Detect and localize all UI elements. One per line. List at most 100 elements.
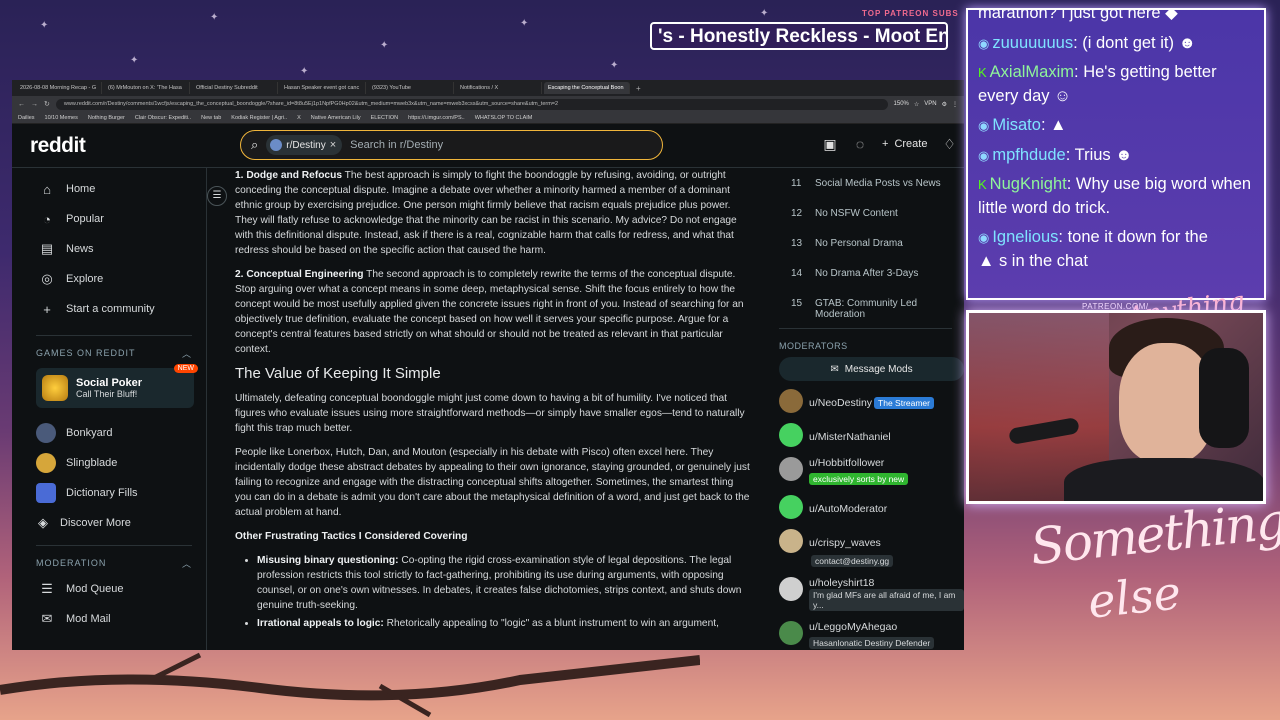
sidebar-toggle-button[interactable]: ☰ — [207, 186, 227, 206]
rule-text: No Drama After 3-Days — [815, 268, 919, 279]
menu-icon[interactable]: ⋮ — [952, 101, 958, 108]
bell-icon[interactable]: ♢ — [941, 136, 957, 152]
moderator-row[interactable]: u/LeggoMyAhegao Hasanlonatic Destiny Defe… — [767, 621, 964, 650]
sidebar-item-home[interactable]: ⌂ Home — [12, 174, 206, 204]
game-item[interactable]: Slingblade — [12, 448, 206, 478]
reload-icon[interactable]: ↻ — [44, 100, 50, 108]
url-field[interactable]: www.reddit.com/r/Destiny/comments/1wcfjs… — [55, 98, 888, 110]
bookmark[interactable]: Clair Obscur: Expediti.. — [135, 115, 191, 121]
bookmark[interactable]: Dailies — [18, 115, 35, 121]
game-item[interactable]: ◈ Discover More — [12, 508, 206, 538]
message-mods-button[interactable]: ✉ Message Mods — [779, 357, 964, 381]
subreddit-avatar — [270, 139, 283, 151]
browser-tab[interactable]: (9323) YouTube — [368, 82, 454, 94]
moderation-section-header[interactable]: MODERATION ︿ — [12, 552, 206, 574]
moderator-name: u/crispy_waves — [809, 537, 881, 549]
queue-icon: ☰ — [41, 581, 53, 596]
star-icon[interactable]: ☆ — [914, 101, 919, 108]
bookmark[interactable]: WHATSLOP TO CLAIM — [475, 115, 533, 121]
moderator-row[interactable]: u/NeoDestiny The Streamer — [767, 389, 964, 415]
forward-icon[interactable]: → — [31, 101, 38, 108]
sidebar-item-mod-mail[interactable]: ✉ Mod Mail — [12, 604, 206, 634]
sidebar-item-news[interactable]: ▤ News — [12, 234, 206, 264]
game-item[interactable]: Bonkyard — [12, 418, 206, 448]
new-tab-icon[interactable]: + — [632, 84, 645, 93]
bookmark[interactable]: X — [297, 115, 301, 121]
section-heading: The Value of Keeping It Simple — [235, 365, 441, 382]
chat-icon[interactable]: ◌ — [852, 136, 868, 152]
featured-game-card[interactable]: Social Poker Call Their Bluff! NEW — [36, 364, 198, 408]
vpn-badge[interactable]: VPN — [924, 101, 936, 108]
sidebar-item-explore[interactable]: ◎ Explore — [12, 264, 206, 294]
zoom-level[interactable]: 150% — [894, 101, 909, 108]
advertise-icon[interactable]: ▣ — [822, 136, 838, 152]
rule-number: 11 — [791, 178, 802, 189]
explore-icon: ◎ — [41, 271, 53, 286]
back-icon[interactable]: ← — [18, 101, 25, 108]
rule-item[interactable]: 11 Social Media Posts vs News — [767, 170, 964, 200]
rule-item[interactable]: 13 No Personal Drama — [767, 230, 964, 260]
moderator-row[interactable]: u/holeyshirt18 I'm glad MFs are all afrai… — [767, 577, 964, 613]
browser-tab[interactable]: Official Destiny Subreddit — [192, 82, 278, 94]
bookmarks-bar: Dailies 10/10 Memes Nothing Burger Clair… — [12, 112, 964, 124]
moderator-row[interactable]: u/Hobbitfollower exclusively sorts by new — [767, 457, 964, 487]
emote-icon: ◆ — [1165, 8, 1178, 22]
sidebar-item-start-community[interactable]: + Start a community — [12, 294, 206, 324]
browser-tab[interactable]: Notifications / X — [456, 82, 542, 94]
user-flair: I'm glad MFs are all afraid of me, I am … — [809, 589, 964, 611]
create-button[interactable]: + Create — [882, 138, 927, 150]
subreddit-chip[interactable]: r/Destiny × — [266, 135, 343, 155]
browser-tab[interactable]: Hasan Speaker event got canc — [280, 82, 366, 94]
reddit-header: reddit ⌕ r/Destiny × Search in r/Destiny… — [12, 124, 964, 168]
bookmark[interactable]: Native American Lily — [311, 115, 361, 121]
bookmark[interactable]: https://i.imgur.com/PS.. — [408, 115, 465, 121]
moderator-name: u/MisterNathaniel — [809, 431, 891, 443]
mail-icon: ✉ — [41, 611, 53, 626]
rule-item[interactable]: 14 No Drama After 3-Days — [767, 260, 964, 290]
chat-username: AxialMaxim — [989, 63, 1075, 81]
kick-badge-icon: K — [978, 65, 987, 80]
plus-icon: + — [882, 138, 889, 150]
moderator-name: u/AutoModerator — [809, 503, 888, 515]
kick-badge-icon: K — [978, 177, 987, 192]
bookmark[interactable]: Kodiak Register | Agri.. — [231, 115, 287, 121]
sidebar-item-label: Explore — [66, 273, 104, 285]
bookmark[interactable]: Nothing Burger — [88, 115, 125, 121]
chat-username: NugKnight — [989, 175, 1067, 193]
extensions-icon[interactable]: ⚙ — [942, 101, 947, 108]
sidebar-item-mod-queue[interactable]: ☰ Mod Queue — [12, 574, 206, 604]
moderator-row[interactable]: u/MisterNathaniel — [767, 423, 964, 449]
search-bar[interactable]: ⌕ r/Destiny × Search in r/Destiny — [240, 130, 663, 160]
browser-tab[interactable]: (6) MrMouton on X: 'The Hasa — [104, 82, 190, 94]
article: 1. Dodge and Refocus The best approach i… — [235, 168, 750, 634]
moderator-row[interactable]: u/AutoModerator — [767, 495, 964, 521]
moderator-row[interactable]: u/crispy_waves contact@destiny.gg — [767, 529, 964, 569]
games-section-header[interactable]: GAMES ON REDDIT ︿ — [12, 342, 206, 364]
search-input[interactable]: Search in r/Destiny — [350, 139, 443, 151]
popular-icon: ◔ — [43, 211, 51, 227]
rule-item[interactable]: 12 No NSFW Content — [767, 200, 964, 230]
emote-icon: ☻ — [1178, 33, 1196, 52]
close-icon[interactable]: × — [330, 139, 336, 151]
moderator-name: u/Hobbitfollower — [809, 457, 885, 469]
left-sidebar: ⌂ Home ◔ Popular ▤ News ◎ Explore + Star… — [12, 168, 207, 650]
sidebar-item-popular[interactable]: ◔ Popular — [12, 204, 206, 234]
bookmark[interactable]: New tab — [201, 115, 221, 121]
reddit-logo[interactable]: reddit — [30, 134, 86, 158]
browser-tab-active[interactable]: Escaping the Conceptual Boon — [544, 82, 630, 94]
else-signature: else — [1085, 565, 1184, 629]
subheading: Other Frustrating Tactics I Considered C… — [235, 531, 468, 542]
game-item[interactable]: Dictionary Fills — [12, 478, 206, 508]
chat-message: K NugKnight: Why use big word when little… — [978, 175, 1252, 217]
user-flair: Hasanlonatic Destiny Defender — [809, 637, 935, 649]
bookmark[interactable]: 10/10 Memes — [45, 115, 78, 121]
chat-message: K AxialMaxim: He's getting better every d… — [978, 63, 1217, 105]
webcam-feed — [966, 310, 1266, 504]
address-bar-tools: 150% ☆ VPN ⚙ ⋮ — [894, 101, 958, 108]
list-item: Misusing binary questioning: Co-opting t… — [257, 553, 750, 613]
something-signature: Something — [1027, 491, 1280, 577]
browser-tab[interactable]: 2026-08-08 Morning Recap - G — [16, 82, 102, 94]
bookmark[interactable]: ELECTION — [371, 115, 399, 121]
header-actions: ▣ ◌ + Create ♢ — [822, 136, 957, 152]
rule-item[interactable]: 15 GTAB: Community Led Moderation — [767, 290, 964, 320]
